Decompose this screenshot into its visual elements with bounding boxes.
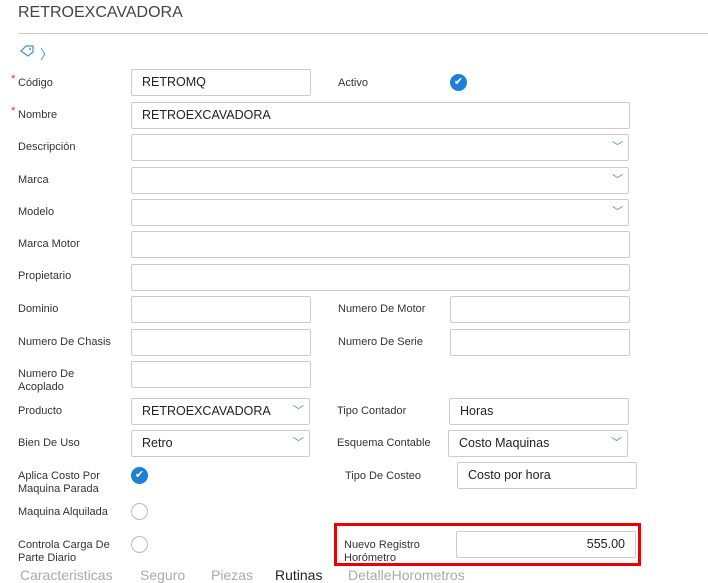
marca-motor-input[interactable]	[131, 231, 630, 258]
aplica-costo-checkbox[interactable]: ✔	[131, 467, 148, 484]
numero-chasis-label: Numero De Chasis	[18, 336, 111, 348]
producto-select[interactable]: RETROEXCAVADORA ﹀	[131, 398, 310, 425]
descripcion-select[interactable]: ﹀	[131, 134, 629, 161]
dominio-input[interactable]	[131, 296, 311, 323]
controla-carga-label: Controla Carga De Parte Diario	[18, 539, 110, 564]
controla-carga-checkbox[interactable]	[131, 536, 148, 553]
chevron-down-icon: ﹀	[293, 437, 304, 449]
chevron-down-icon: ﹀	[612, 174, 623, 186]
nuevo-registro-label: Nuevo Registro Horómetro	[344, 539, 420, 564]
nombre-input[interactable]: RETROEXCAVADORA	[131, 102, 630, 129]
propietario-label: Propietario	[18, 270, 72, 282]
tipo-contador-label: Tipo Contador	[337, 405, 407, 417]
tipo-costeo-input[interactable]: Costo por hora	[457, 462, 637, 489]
required-mark: *	[11, 73, 16, 85]
esquema-contable-label: Esquema Contable	[337, 437, 431, 449]
numero-serie-input[interactable]	[450, 329, 630, 356]
nuevo-registro-input[interactable]: 555.00	[456, 531, 636, 558]
dominio-label: Dominio	[18, 303, 59, 315]
numero-chasis-input[interactable]	[131, 329, 311, 356]
numero-motor-label: Numero De Motor	[338, 303, 426, 315]
codigo-label-text: Código	[18, 77, 53, 89]
producto-value: RETROEXCAVADORA	[142, 404, 271, 418]
chevron-right-icon[interactable]: 〉	[40, 44, 53, 63]
marca-motor-label: Marca Motor	[18, 238, 80, 250]
nombre-label-text: Nombre	[18, 109, 58, 121]
chevron-down-icon: ﹀	[612, 206, 623, 218]
maquina-alquilada-label: Maquina Alquilada	[18, 506, 108, 518]
producto-label: Producto	[18, 405, 63, 417]
tipo-costeo-label: Tipo De Costeo	[345, 470, 422, 482]
activo-checkbox[interactable]: ✔	[450, 74, 467, 91]
numero-serie-label: Numero De Serie	[338, 336, 423, 348]
chevron-down-icon: ﹀	[293, 405, 304, 417]
numero-motor-input[interactable]	[450, 296, 630, 323]
esquema-contable-select[interactable]: Costo Maquinas ﹀	[448, 430, 628, 457]
required-mark: *	[11, 105, 16, 117]
aplica-costo-label: Aplica Costo Por Maquina Parada	[18, 470, 100, 495]
chevron-down-icon: ﹀	[611, 437, 622, 449]
tipo-contador-input[interactable]: Horas	[449, 398, 629, 425]
marca-select[interactable]: ﹀	[131, 167, 629, 194]
modelo-label: Modelo	[18, 206, 55, 218]
bien-uso-label: Bien De Uso	[18, 437, 80, 449]
chevron-down-icon: ﹀	[612, 141, 623, 153]
propietario-input[interactable]	[131, 264, 630, 291]
bien-uso-select[interactable]: Retro ﹀	[131, 430, 310, 457]
activo-label: Activo	[338, 77, 368, 89]
nombre-label: * Nombre	[11, 105, 58, 122]
descripcion-label: Descripción	[18, 141, 76, 153]
tag-icon[interactable]	[20, 45, 34, 60]
maquina-alquilada-checkbox[interactable]	[131, 503, 148, 520]
codigo-label: * Código	[11, 73, 53, 90]
codigo-input[interactable]: RETROMQ	[131, 69, 311, 96]
divider	[18, 33, 708, 34]
numero-acoplado-input[interactable]	[131, 361, 311, 388]
bien-uso-value: Retro	[142, 436, 173, 450]
modelo-select[interactable]: ﹀	[131, 199, 629, 226]
marca-label: Marca	[18, 174, 49, 186]
page-title: RETROEXCAVADORA	[18, 4, 183, 21]
numero-acoplado-label: Numero De Acoplado	[18, 368, 75, 393]
esquema-contable-value: Costo Maquinas	[459, 436, 550, 450]
